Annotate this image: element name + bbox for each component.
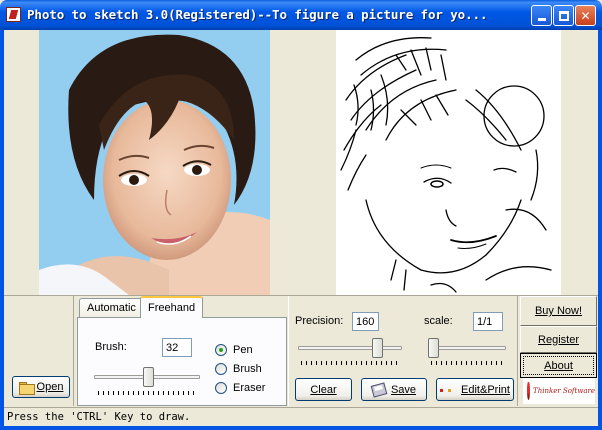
tab-automatic[interactable]: Automatic [79,298,144,317]
precision-field[interactable] [352,312,379,331]
buy-now-label: Buy Now! [534,305,583,317]
precision-slider-thumb[interactable] [372,338,384,358]
about-label: About [544,359,573,372]
maximize-button[interactable] [553,5,574,26]
minimize-icon [537,18,546,21]
pen-radio-label: Pen [233,344,253,356]
save-button-label: Save [390,383,417,396]
register-button[interactable]: Register [520,326,597,353]
eraser-radio-label: Eraser [233,382,266,394]
logo-mark-icon [527,382,531,400]
window-frame-right [598,30,602,430]
title-bar[interactable]: Photo to sketch 3.0(Registered)--To figu… [0,0,602,30]
source-photo [39,30,270,295]
eraser-radio[interactable] [215,382,227,394]
open-button[interactable]: Open [12,376,70,398]
app-icon[interactable] [6,7,21,22]
logo-text: Thinker Software [533,387,595,395]
scale-slider-track[interactable] [428,346,506,350]
register-label: Register [538,333,579,346]
edit-print-button-label: Edit&Print [461,383,510,396]
save-icon [370,381,388,398]
sketch-drawing [336,30,561,295]
save-button[interactable]: Save [361,378,427,401]
registration-panel: Buy Now! Register About Thinker Software [520,296,598,406]
image-area [4,30,598,295]
precision-slider-track[interactable] [298,346,402,350]
brush-size-slider-ticks [98,391,198,395]
clear-button[interactable]: Clear [295,378,352,401]
close-icon: ✕ [580,8,591,23]
pen-radio[interactable] [215,344,227,356]
tool-option-brush[interactable]: Brush [215,363,262,375]
brush-radio[interactable] [215,363,227,375]
open-button-label: Open [36,381,64,393]
brush-radio-label: Brush [233,363,262,375]
brush-size-field[interactable] [162,338,192,357]
mode-tabs: Automatic Freehand Brush: Pen Brush Eras… [77,296,287,406]
window-title: Photo to sketch 3.0(Registered)--To figu… [27,7,488,22]
vendor-logo: Thinker Software [523,378,595,404]
sketch-canvas[interactable] [336,30,561,295]
maximize-icon [558,10,569,21]
brush-size-label: Brush: [95,341,127,353]
scale-field[interactable] [473,312,503,331]
precision-slider-ticks [301,361,401,365]
precision-label: Precision: [295,315,344,327]
close-button[interactable]: ✕ [575,5,596,26]
folder-icon [18,381,35,395]
scale-slider-ticks [431,361,505,365]
sketch-settings-panel: Precision: scale: Clear Save Edit&Print [288,296,518,406]
portrait-photo [39,30,270,295]
window-frame-bottom [0,426,602,430]
freehand-tab-panel: Brush: Pen Brush Eraser [77,317,287,406]
edit-print-button[interactable]: Edit&Print [436,378,514,401]
open-panel: Open [4,296,74,406]
clear-button-label: Clear [310,383,337,396]
buy-now-button[interactable]: Buy Now! [520,296,597,326]
status-bar: Press the 'CTRL' Key to draw. [4,407,598,426]
minimize-button[interactable] [531,5,552,26]
about-button[interactable]: About [520,353,597,378]
scale-label: scale: [424,315,453,327]
brush-size-slider-thumb[interactable] [143,367,155,387]
tool-option-eraser[interactable]: Eraser [215,382,265,394]
print-icon [440,386,456,394]
tab-freehand[interactable]: Freehand [140,296,204,318]
status-text: Press the 'CTRL' Key to draw. [7,411,191,423]
scale-slider-thumb[interactable] [428,338,439,358]
tool-option-pen[interactable]: Pen [215,344,253,356]
